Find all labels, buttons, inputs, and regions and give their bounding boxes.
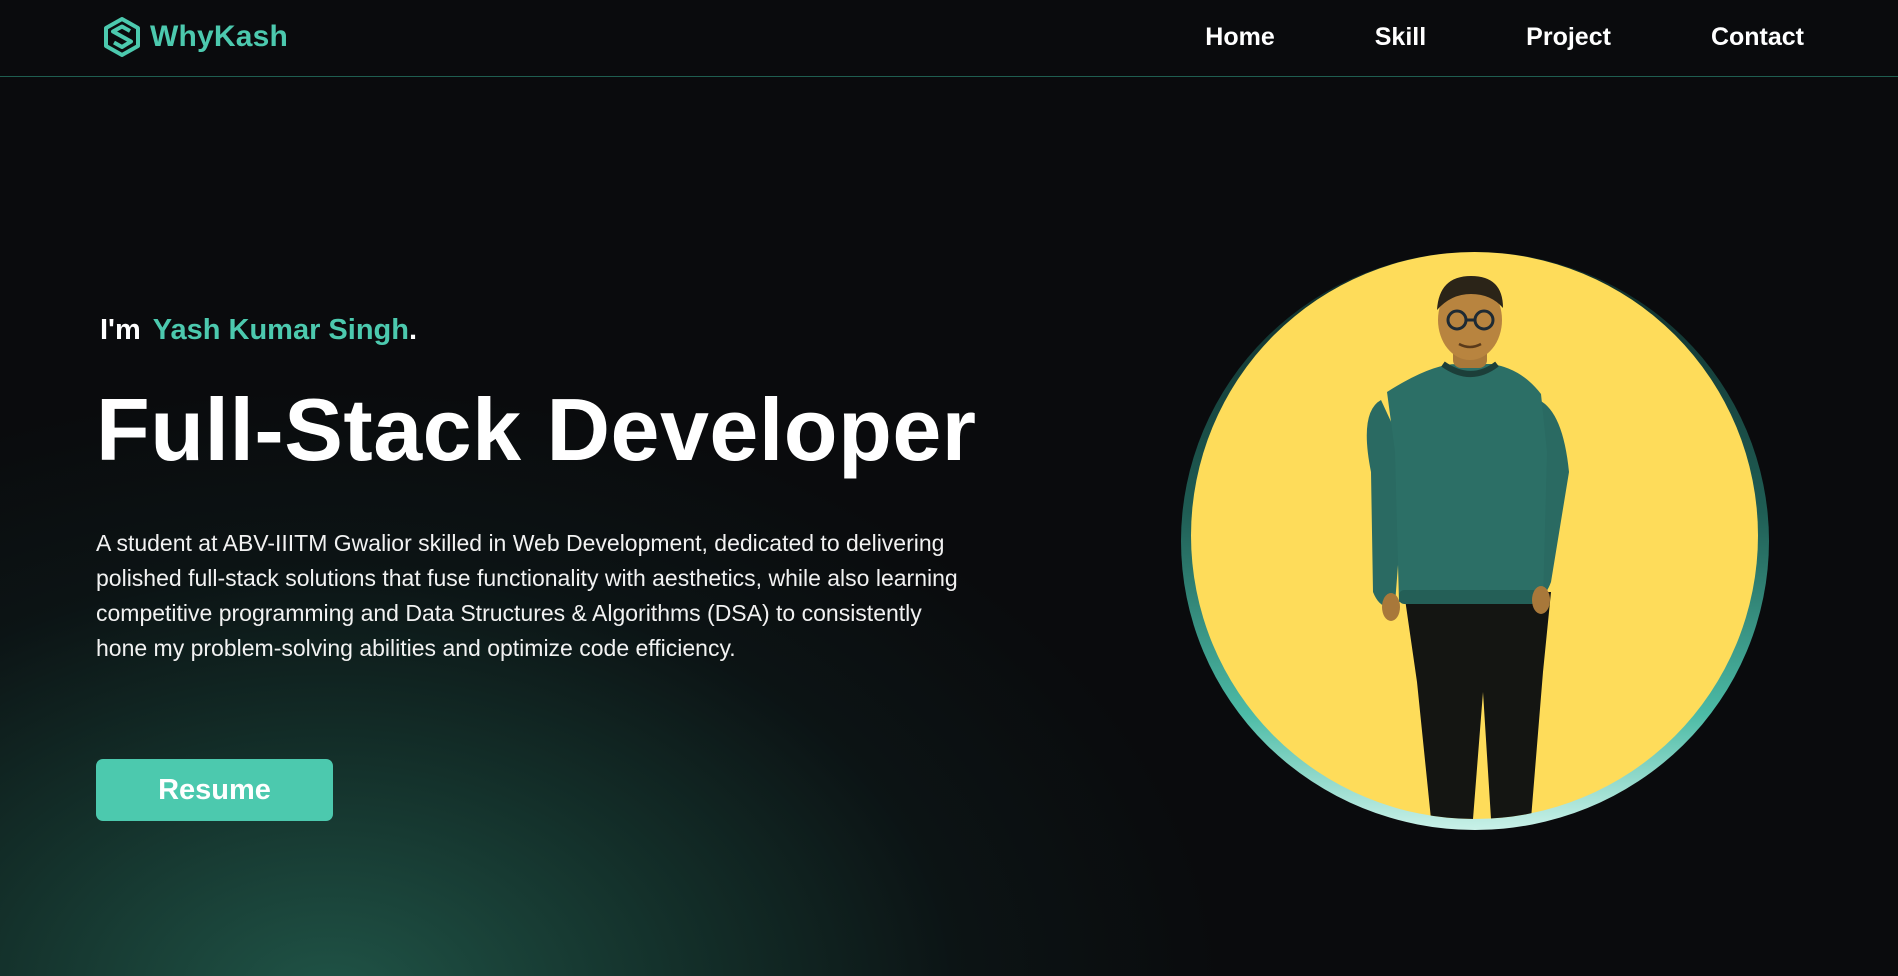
intro-suffix: . — [408, 314, 418, 346]
hero-description: A student at ABV-IIITM Gwalior skilled i… — [96, 530, 958, 661]
nav-skill-link[interactable]: Skill — [1375, 20, 1426, 54]
profile-picture-frame — [1181, 252, 1769, 830]
hero-name: Yash Kumar Singh — [152, 314, 409, 346]
nav-home-link[interactable]: Home — [1205, 20, 1274, 54]
main-nav: Home Skill Project Contact — [1205, 20, 1804, 54]
hero-intro: I'm Yash Kumar Singh. — [100, 310, 417, 350]
brand-logo-link[interactable]: WhyKash — [102, 17, 288, 57]
navbar: WhyKash Home Skill Project Contact — [0, 0, 1898, 77]
hero-title: Full-Stack Developer — [96, 380, 977, 479]
brand-name: WhyKash — [150, 20, 289, 53]
intro-prefix: I'm — [100, 314, 141, 346]
page: WhyKash Home Skill Project Contact I'm Ya… — [0, 0, 1898, 976]
nav-contact-link[interactable]: Contact — [1711, 20, 1804, 54]
hexagon-s-logo-icon — [104, 17, 140, 57]
resume-button[interactable]: Resume — [96, 759, 333, 821]
person-photo-illustration — [1366, 276, 1569, 819]
nav-project-link[interactable]: Project — [1526, 20, 1611, 54]
profile-picture — [1191, 252, 1758, 819]
